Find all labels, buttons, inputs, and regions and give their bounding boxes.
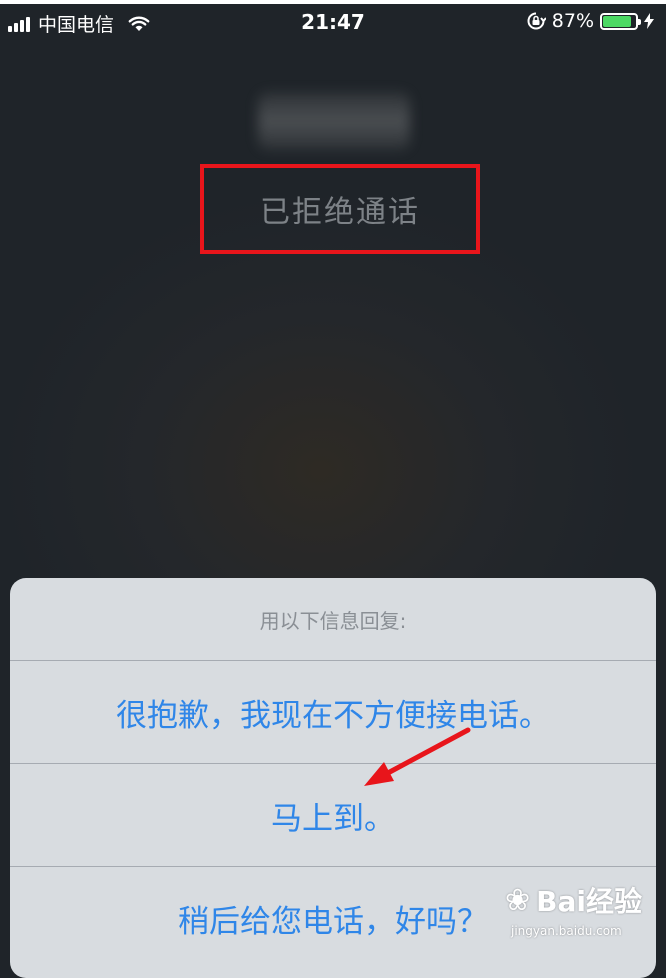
paw-icon: ❀: [505, 882, 531, 918]
watermark-logo-text: Bai经验: [536, 885, 642, 918]
baidu-jingyan-watermark: ❀ Bai经验 jingyan.baidu.com: [505, 880, 655, 950]
watermark-logo: ❀ Bai经验: [505, 880, 642, 920]
red-arrow-annotation: [364, 727, 471, 786]
watermark-url: jingyan.baidu.com: [511, 924, 622, 938]
